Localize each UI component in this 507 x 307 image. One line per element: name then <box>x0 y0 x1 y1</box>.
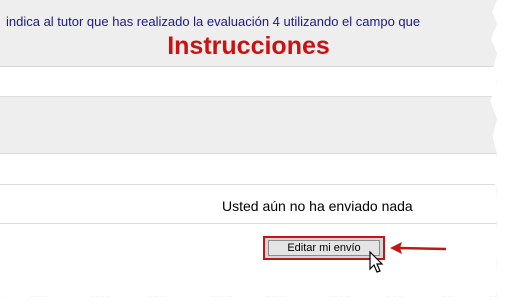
instructions-header: indica al tutor que has realizado la eva… <box>0 0 497 67</box>
table-row <box>0 154 497 185</box>
page-title: Instrucciones <box>167 32 330 60</box>
page-excerpt: indica al tutor que has realizado la eva… <box>0 0 497 297</box>
edit-button-highlight: Editar mi envío <box>263 236 385 260</box>
instruction-line: indica al tutor que has realizado la eva… <box>6 14 421 29</box>
table-row <box>0 97 497 154</box>
red-arrow-icon <box>390 242 447 254</box>
submission-status: Usted aún no ha enviado nada <box>222 198 413 214</box>
mouse-pointer-icon <box>369 251 384 273</box>
table-row <box>0 67 497 97</box>
edit-submission-button[interactable]: Editar mi envío <box>268 240 380 256</box>
screenshot-canvas: indica al tutor que has realizado la eva… <box>0 0 507 307</box>
